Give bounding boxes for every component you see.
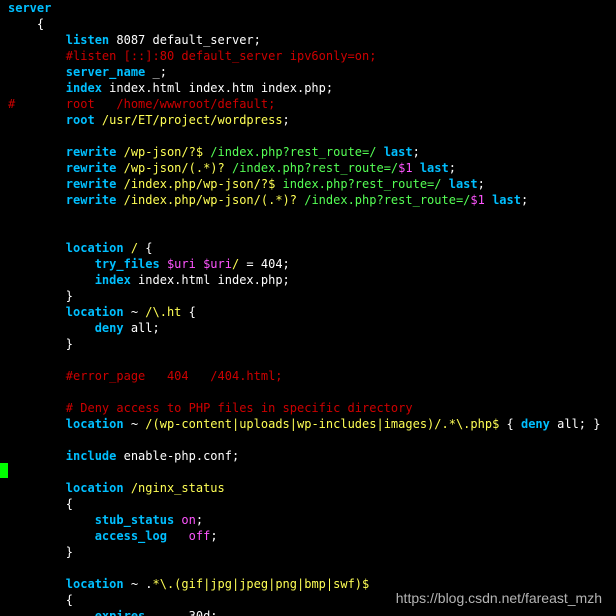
code-line: location ~ /\.ht { xyxy=(8,305,196,319)
code-line: include enable-php.conf; xyxy=(8,449,239,463)
code-line: stub_status on; xyxy=(8,513,203,527)
code-line: # Deny access to PHP files in specific d… xyxy=(8,401,413,415)
code-line: { xyxy=(8,593,73,607)
code-line: expires 30d; xyxy=(8,609,218,616)
code-line: rewrite /index.php/wp-json/?$ index.php?… xyxy=(8,177,485,191)
code-line: rewrite /wp-json/?$ /index.php?rest_rout… xyxy=(8,145,420,159)
watermark-text: https://blog.csdn.net/fareast_mzh xyxy=(396,590,602,606)
code-line xyxy=(8,385,15,399)
code-line: #error_page 404 /404.html; xyxy=(8,369,283,383)
code-line xyxy=(8,129,15,143)
nginx-config-code: server { listen 8087 default_server; #li… xyxy=(0,0,616,616)
code-line xyxy=(8,209,15,223)
code-line: root /usr/ET/project/wordpress; xyxy=(8,113,290,127)
code-line: try_files $uri $uri/ = 404; xyxy=(8,257,290,271)
code-line: server_name _; xyxy=(8,65,167,79)
code-line: } xyxy=(8,337,73,351)
code-line: location ~ /(wp-content|uploads|wp-inclu… xyxy=(8,417,600,431)
code-line: #listen [::]:80 default_server ipv6only=… xyxy=(8,49,376,63)
code-line: } xyxy=(8,289,73,303)
code-line: } xyxy=(8,545,73,559)
code-line: index index.html index.php; xyxy=(8,273,290,287)
code-line: access_log off; xyxy=(8,529,218,543)
terminal-cursor xyxy=(0,463,8,478)
code-line: rewrite /wp-json/(.*)? /index.php?rest_r… xyxy=(8,161,456,175)
code-line xyxy=(8,561,15,575)
code-line: rewrite /index.php/wp-json/(.*)? /index.… xyxy=(8,193,528,207)
code-line: location /nginx_status xyxy=(8,481,225,495)
code-line: listen 8087 default_server; xyxy=(8,33,261,47)
code-line: location ~ .*\.(gif|jpg|jpeg|png|bmp|swf… xyxy=(8,577,369,591)
code-line: location / { xyxy=(8,241,153,255)
code-line: deny all; xyxy=(8,321,160,335)
code-line xyxy=(8,353,15,367)
code-line: { xyxy=(8,497,73,511)
code-line xyxy=(8,465,15,479)
code-line: { xyxy=(8,17,44,31)
code-line xyxy=(8,433,15,447)
code-line: # root /home/wwwroot/default; xyxy=(8,97,275,111)
code-line: index index.html index.htm index.php; xyxy=(8,81,333,95)
code-line xyxy=(8,225,15,239)
code-line: server xyxy=(8,1,51,15)
